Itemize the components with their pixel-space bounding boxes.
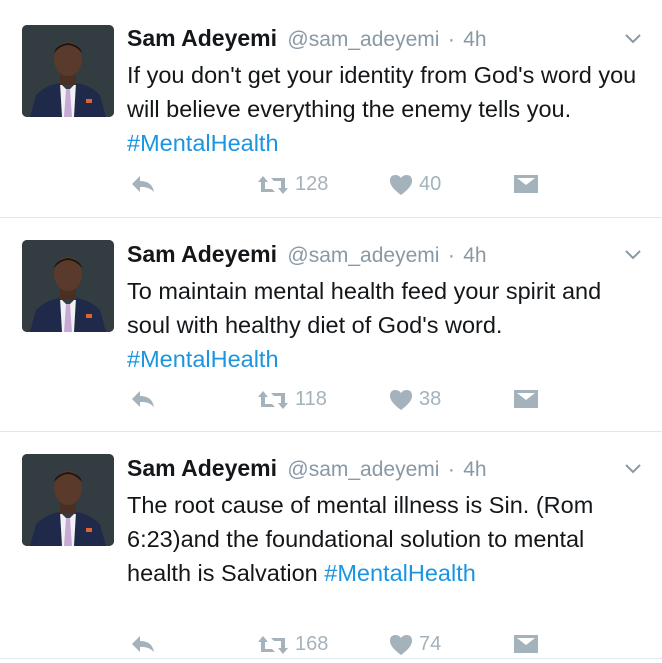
tweet[interactable]: Sam Adeyemi @sam_adeyemi · 4h If you don…: [0, 0, 662, 218]
reply-icon: [132, 391, 154, 407]
hashtag-link[interactable]: #MentalHealth: [324, 560, 476, 586]
chevron-down-icon[interactable]: [624, 249, 642, 261]
chevron-down-icon[interactable]: [624, 33, 642, 45]
retweet-count: 128: [295, 173, 329, 195]
tweet-text: The root cause of mental illness is Sin.…: [127, 488, 642, 590]
reply-button[interactable]: [130, 633, 156, 655]
tweet-actions: 128 40: [127, 173, 662, 203]
separator: ·: [447, 458, 455, 481]
retweet-count: 168: [295, 633, 329, 655]
reply-button[interactable]: [130, 388, 156, 410]
like-button[interactable]: 40: [389, 173, 441, 196]
heart-icon: [390, 634, 412, 655]
tweet-text: To maintain mental health feed your spir…: [127, 274, 642, 376]
tweet-body: If you don't get your identity from God'…: [127, 62, 637, 122]
envelope-icon: [514, 390, 538, 408]
reply-icon: [132, 636, 154, 652]
avatar[interactable]: [22, 25, 114, 117]
timestamp[interactable]: 4h: [463, 458, 486, 481]
hashtag-link[interactable]: #MentalHealth: [127, 346, 279, 372]
timestamp[interactable]: 4h: [463, 244, 486, 267]
like-button[interactable]: 38: [389, 388, 441, 411]
direct-message-button[interactable]: [513, 388, 539, 410]
username[interactable]: @sam_adeyemi: [287, 458, 439, 481]
retweet-button[interactable]: 118: [257, 388, 327, 411]
retweet-button[interactable]: 128: [257, 173, 328, 196]
tweet-header: Sam Adeyemi @sam_adeyemi · 4h: [127, 239, 642, 271]
tweet-header: Sam Adeyemi @sam_adeyemi · 4h: [127, 23, 642, 55]
like-count: 38: [419, 388, 442, 410]
username[interactable]: @sam_adeyemi: [287, 244, 439, 267]
envelope-icon: [514, 175, 538, 193]
envelope-icon: [514, 635, 538, 653]
tweet-header: Sam Adeyemi @sam_adeyemi · 4h: [127, 453, 642, 485]
avatar[interactable]: [22, 454, 114, 546]
retweet-button[interactable]: 168: [257, 633, 328, 656]
heart-icon: [390, 174, 412, 195]
separator: ·: [447, 244, 455, 267]
reply-button[interactable]: [130, 173, 156, 195]
retweet-icon: [258, 175, 288, 194]
like-count: 74: [419, 633, 442, 655]
tweet[interactable]: Sam Adeyemi @sam_adeyemi · 4h To maintai…: [0, 218, 662, 432]
hashtag-link[interactable]: #MentalHealth: [127, 130, 279, 156]
direct-message-button[interactable]: [513, 633, 539, 655]
direct-message-button[interactable]: [513, 173, 539, 195]
timestamp[interactable]: 4h: [463, 28, 486, 51]
like-button[interactable]: 74: [389, 633, 441, 656]
retweet-icon: [258, 390, 288, 409]
retweet-count: 118: [295, 388, 327, 410]
avatar[interactable]: [22, 240, 114, 332]
reply-icon: [132, 176, 154, 192]
display-name[interactable]: Sam Adeyemi: [127, 455, 277, 481]
tweet-body: To maintain mental health feed your spir…: [127, 278, 602, 338]
chevron-down-icon[interactable]: [624, 463, 642, 475]
display-name[interactable]: Sam Adeyemi: [127, 25, 277, 51]
tweet-text: If you don't get your identity from God'…: [127, 58, 642, 160]
tweet[interactable]: Sam Adeyemi @sam_adeyemi · 4h The root c…: [0, 432, 662, 659]
separator: ·: [447, 28, 455, 51]
tweet-actions: 118 38: [127, 388, 662, 418]
display-name[interactable]: Sam Adeyemi: [127, 241, 277, 267]
heart-icon: [390, 389, 412, 410]
retweet-icon: [258, 635, 288, 654]
like-count: 40: [419, 173, 442, 195]
username[interactable]: @sam_adeyemi: [287, 28, 439, 51]
